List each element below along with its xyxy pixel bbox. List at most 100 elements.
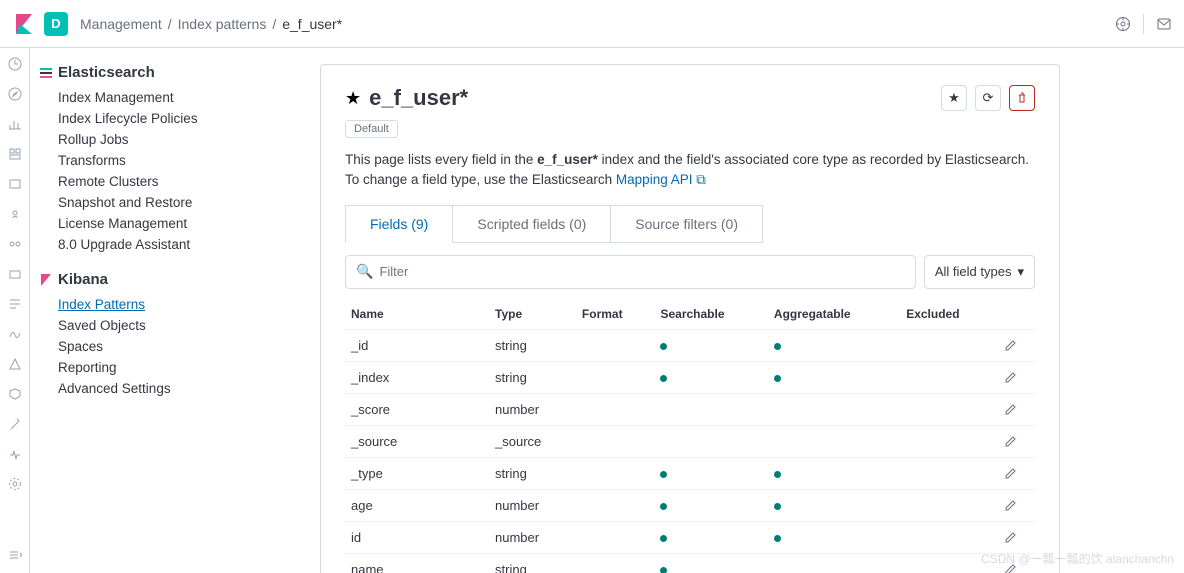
- breadcrumb-index-patterns[interactable]: Index patterns: [178, 16, 267, 32]
- vertical-nav: [0, 48, 30, 573]
- sidebar-item[interactable]: Index Lifecycle Policies: [40, 108, 300, 129]
- field-format: [576, 425, 655, 457]
- edit-field-button[interactable]: [998, 393, 1035, 425]
- col-aggregatable[interactable]: Aggregatable: [768, 299, 900, 330]
- apm-icon[interactable]: [7, 326, 23, 342]
- search-icon: 🔍: [356, 263, 373, 280]
- field-excluded: [900, 425, 997, 457]
- edit-field-button[interactable]: [998, 425, 1035, 457]
- sidebar-item[interactable]: Remote Clusters: [40, 171, 300, 192]
- section-kibana: Kibana: [40, 271, 300, 288]
- dashboard-icon[interactable]: [7, 146, 23, 162]
- field-format: [576, 361, 655, 393]
- siem-icon[interactable]: [7, 386, 23, 402]
- field-aggregatable: [768, 521, 900, 553]
- field-format: [576, 521, 655, 553]
- default-badge: Default: [345, 120, 398, 138]
- fields-table: Name Type Format Searchable Aggregatable…: [345, 299, 1035, 573]
- field-name: name: [345, 553, 489, 573]
- space-badge[interactable]: D: [44, 12, 68, 36]
- field-name: _index: [345, 361, 489, 393]
- sidebar-item[interactable]: License Management: [40, 213, 300, 234]
- sidebar-item[interactable]: Rollup Jobs: [40, 129, 300, 150]
- field-name: age: [345, 489, 489, 521]
- delete-button[interactable]: [1009, 85, 1035, 111]
- col-searchable[interactable]: Searchable: [654, 299, 767, 330]
- sidebar-item[interactable]: Index Patterns: [40, 294, 300, 315]
- sidebar-item[interactable]: Reporting: [40, 357, 300, 378]
- table-row: name string: [345, 553, 1035, 573]
- field-type: _source: [489, 425, 576, 457]
- field-format: [576, 489, 655, 521]
- table-row: _type string: [345, 457, 1035, 489]
- field-format: [576, 457, 655, 489]
- canvas-icon[interactable]: [7, 176, 23, 192]
- maps-icon[interactable]: [7, 206, 23, 222]
- index-pattern-panel: ★ e_f_user* ★ ⟳ Default This page lists …: [320, 64, 1060, 573]
- breadcrumb: Management / Index patterns / e_f_user*: [80, 16, 342, 32]
- table-row: _id string: [345, 329, 1035, 361]
- sidebar-item[interactable]: Snapshot and Restore: [40, 192, 300, 213]
- field-searchable: [654, 489, 767, 521]
- col-excluded[interactable]: Excluded: [900, 299, 997, 330]
- filter-input-wrap[interactable]: 🔍: [345, 255, 916, 289]
- collapse-nav-icon[interactable]: [7, 547, 23, 563]
- col-type[interactable]: Type: [489, 299, 576, 330]
- field-type-dropdown[interactable]: All field types ▾: [924, 255, 1035, 289]
- discover-icon[interactable]: [7, 86, 23, 102]
- field-searchable: [654, 361, 767, 393]
- edit-field-button[interactable]: [998, 329, 1035, 361]
- recent-icon[interactable]: [7, 56, 23, 72]
- refresh-button[interactable]: ⟳: [975, 85, 1001, 111]
- col-format[interactable]: Format: [576, 299, 655, 330]
- devtools-icon[interactable]: [7, 416, 23, 432]
- sidebar-item[interactable]: Advanced Settings: [40, 378, 300, 399]
- watermark: CSDN @一瓢一瓢的饮 alanchanchn: [981, 550, 1174, 567]
- field-aggregatable: [768, 553, 900, 573]
- edit-field-button[interactable]: [998, 457, 1035, 489]
- management-icon[interactable]: [7, 476, 23, 492]
- field-name: _source: [345, 425, 489, 457]
- mapping-api-link[interactable]: Mapping API ⧉: [616, 172, 706, 187]
- breadcrumb-current: e_f_user*: [282, 16, 342, 32]
- table-row: _index string: [345, 361, 1035, 393]
- field-excluded: [900, 489, 997, 521]
- edit-field-button[interactable]: [998, 361, 1035, 393]
- tab-source-filters[interactable]: Source filters (0): [611, 205, 763, 243]
- visualize-icon[interactable]: [7, 116, 23, 132]
- field-name: id: [345, 521, 489, 553]
- logs-icon[interactable]: [7, 296, 23, 312]
- newsfeed-icon[interactable]: [1156, 16, 1172, 32]
- help-icon[interactable]: [1115, 16, 1131, 32]
- sidebar-item[interactable]: Index Management: [40, 87, 300, 108]
- field-searchable: [654, 457, 767, 489]
- col-name[interactable]: Name: [345, 299, 489, 330]
- field-excluded: [900, 521, 997, 553]
- sidebar-item[interactable]: Saved Objects: [40, 315, 300, 336]
- table-row: id number: [345, 521, 1035, 553]
- page-title: e_f_user*: [369, 85, 468, 111]
- filter-input[interactable]: [379, 264, 904, 279]
- tab-fields[interactable]: Fields (9): [345, 205, 453, 243]
- edit-field-button[interactable]: [998, 489, 1035, 521]
- field-type: string: [489, 361, 576, 393]
- sidebar: Elasticsearch Index ManagementIndex Life…: [30, 48, 300, 573]
- edit-field-button[interactable]: [998, 521, 1035, 553]
- field-type: number: [489, 393, 576, 425]
- sidebar-item[interactable]: Transforms: [40, 150, 300, 171]
- field-type: number: [489, 489, 576, 521]
- field-aggregatable: [768, 457, 900, 489]
- ml-icon[interactable]: [7, 236, 23, 252]
- sidebar-item[interactable]: Spaces: [40, 336, 300, 357]
- metrics-icon[interactable]: [7, 266, 23, 282]
- field-format: [576, 329, 655, 361]
- set-default-button[interactable]: ★: [941, 85, 967, 111]
- sidebar-item[interactable]: 8.0 Upgrade Assistant: [40, 234, 300, 255]
- field-excluded: [900, 457, 997, 489]
- monitoring-icon[interactable]: [7, 446, 23, 462]
- tab-scripted-fields[interactable]: Scripted fields (0): [453, 205, 611, 243]
- breadcrumb-management[interactable]: Management: [80, 16, 162, 32]
- uptime-icon[interactable]: [7, 356, 23, 372]
- field-name: _score: [345, 393, 489, 425]
- field-format: [576, 553, 655, 573]
